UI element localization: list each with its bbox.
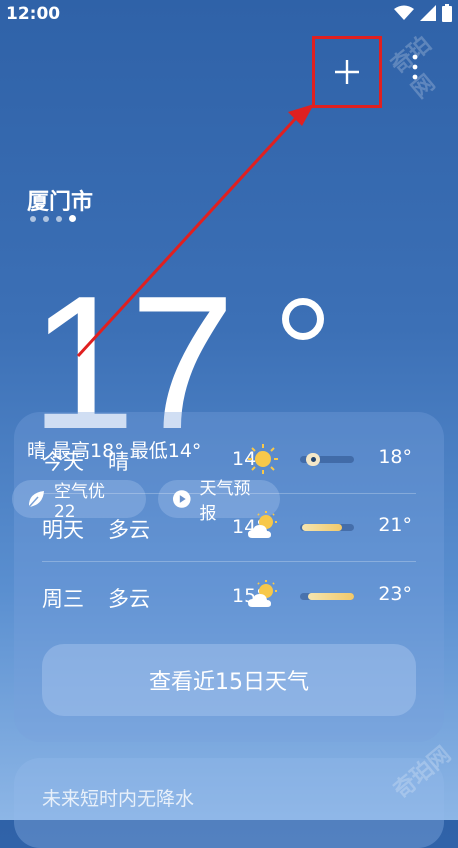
page-dot [43, 215, 49, 222]
row-divider [42, 493, 416, 494]
battery-icon [442, 4, 452, 22]
degree-symbol [282, 298, 324, 340]
forecast-high: 23° [378, 583, 412, 605]
temperature-range-bar [300, 593, 354, 600]
forecast-condition: 晴 [108, 450, 129, 474]
forecast-day: 明天 [42, 518, 84, 542]
fifteen-day-forecast-button[interactable]: 查看近15日天气 [42, 644, 416, 716]
page-indicator [30, 215, 76, 222]
add-city-button[interactable] [312, 36, 382, 108]
forecast-row-wednesday[interactable]: 周三 多云 15° 23° [42, 577, 412, 617]
wifi-icon [394, 5, 414, 20]
temperature-range-fill [308, 593, 354, 600]
page-dot [30, 215, 36, 222]
status-time: 12:00 [6, 4, 61, 24]
page-dot-active [69, 215, 76, 222]
forecast-row-today[interactable]: 今天 晴 14° 18° [42, 440, 412, 480]
temperature-range-bar [300, 524, 354, 531]
forecast-condition: 多云 [108, 518, 150, 542]
partly-cloudy-icon [248, 511, 277, 538]
temperature-range-bar [300, 453, 354, 466]
forecast-high: 18° [378, 446, 412, 468]
partly-cloudy-icon [248, 580, 277, 607]
forecast-row-tomorrow[interactable]: 明天 多云 14° 21° [42, 508, 412, 548]
forecast-day: 周三 [42, 587, 84, 611]
page-dot [56, 215, 62, 222]
watermark: 奇珀网 [386, 31, 441, 104]
status-icons [394, 4, 452, 22]
leaf-icon [28, 491, 44, 508]
city-name[interactable]: 厦门市 [27, 184, 93, 216]
current-temp-marker-dot [311, 457, 316, 462]
sun-icon [248, 444, 278, 474]
plus-icon [335, 60, 359, 84]
forecast-high: 21° [378, 514, 412, 536]
forecast-day: 今天 [42, 450, 84, 474]
play-circle-icon [172, 490, 191, 508]
row-divider [42, 561, 416, 562]
forecast-condition: 多云 [108, 587, 150, 611]
temperature-range-fill [302, 524, 342, 531]
precipitation-text: 未来短时内无降水 [42, 788, 195, 810]
